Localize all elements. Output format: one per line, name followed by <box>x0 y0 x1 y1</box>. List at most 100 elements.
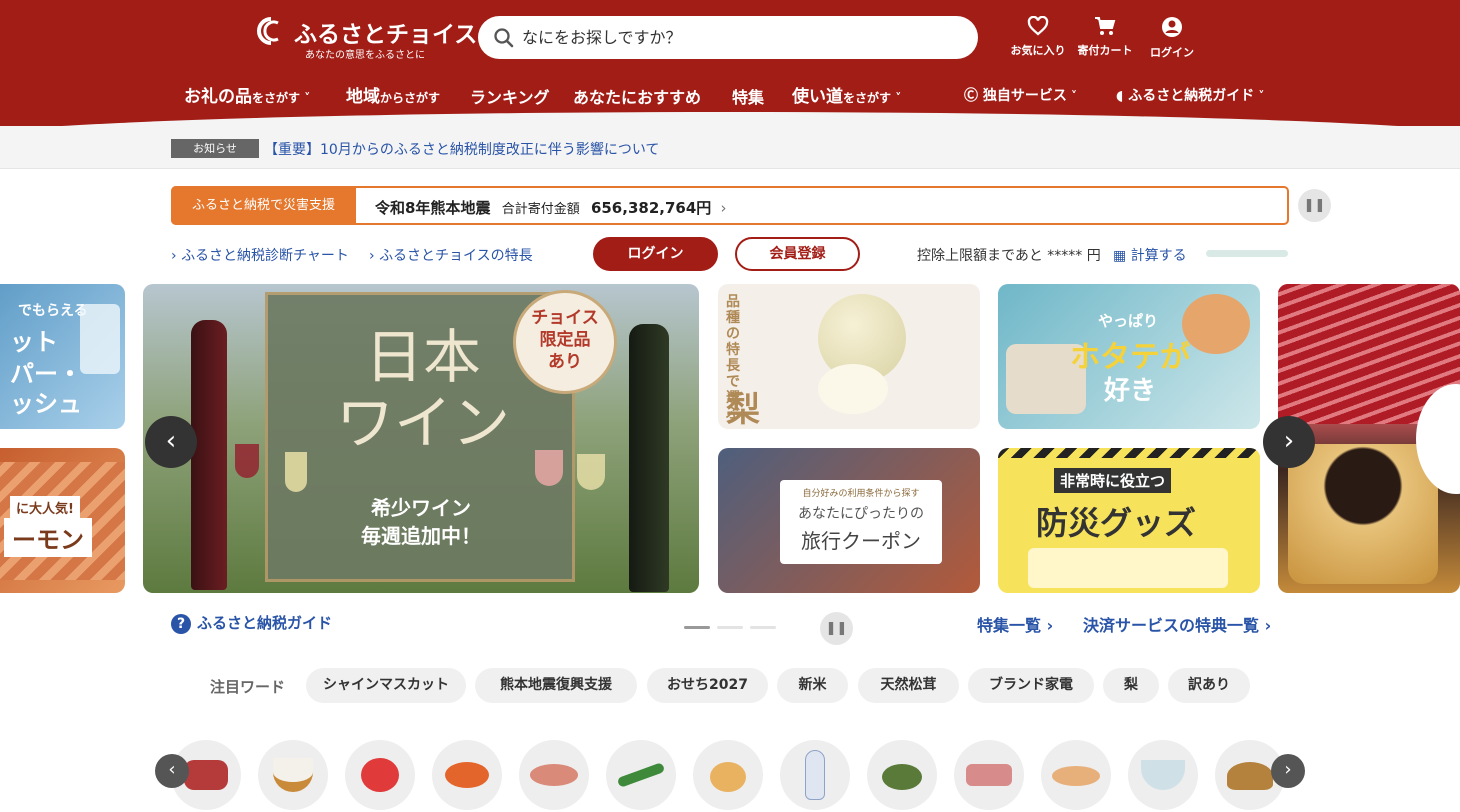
carousel-pause-button[interactable]: ❚❚ <box>820 612 853 645</box>
category-noodle-icon[interactable] <box>1128 740 1198 810</box>
carousel-prev-button[interactable]: ‹ <box>145 416 197 468</box>
notice-bar: お知らせ 【重要】10月からのふるさと納税制度改正に伴う影響について <box>0 126 1460 169</box>
banner-tissue[interactable]: でもらえる ット パー・ ッシュ <box>0 284 125 429</box>
chevron-down-icon: ˅ <box>1254 89 1265 103</box>
disaster-goods-title: 防災グッズ <box>1036 504 1197 542</box>
pause-icon: ❚❚ <box>825 621 848 636</box>
payment-benefits-label: 決済サービスの特典一覧 <box>1083 616 1260 635</box>
carousel-dot[interactable] <box>750 626 776 629</box>
nav-item-services[interactable]: Ⓒ 独自サービス ˅ <box>964 85 1077 105</box>
trending-word-chip[interactable]: シャインマスカット <box>306 668 466 703</box>
carousel-next-button[interactable]: › <box>1263 416 1315 468</box>
tissue-image <box>80 304 120 374</box>
login-button[interactable]: ログイン <box>593 237 718 271</box>
category-tea-icon[interactable] <box>867 740 937 810</box>
login-label: ログイン <box>1150 46 1194 59</box>
category-rice-icon[interactable] <box>258 740 328 810</box>
banner-text: ッシュ <box>10 390 82 418</box>
trending-words-title: 注目ワード <box>210 678 286 696</box>
header-login-button[interactable]: ログイン <box>1144 16 1200 60</box>
trending-word-chip[interactable]: 新米 <box>777 668 848 703</box>
trending-word-chip[interactable]: 訳あり <box>1168 668 1250 703</box>
banner-scallop[interactable]: やっぱり ホタテが 好き <box>998 284 1260 429</box>
category-gyoza-icon[interactable] <box>1041 740 1111 810</box>
calculate-link[interactable]: ▦ 計算する <box>1113 245 1187 265</box>
logo-small-icon: Ⓒ <box>964 88 983 104</box>
favorites-button[interactable]: お気に入り <box>1006 16 1070 58</box>
nav-item-guide[interactable]: ◖ ふるさと納税ガイド ˅ <box>1116 85 1264 105</box>
ticker-pause-button[interactable]: ❚❚ <box>1298 189 1331 222</box>
banner-salmon[interactable]: に大人気! ーモン <box>0 448 125 593</box>
nav-item-region[interactable]: 地域からさがす <box>346 82 440 107</box>
features-link[interactable]: › ふるさとチョイスの特長 <box>369 245 533 265</box>
banner-travel-coupon[interactable]: 自分好みの利用条件から探す あなたにぴったりの 旅行クーポン <box>718 448 980 593</box>
nav-sub-label: をさがす <box>252 91 301 105</box>
category-crab-icon[interactable] <box>432 740 502 810</box>
category-sweets-icon[interactable] <box>954 740 1024 810</box>
coupon-big-text: 旅行クーポン <box>801 529 921 553</box>
nav-label: お礼の品 <box>184 87 252 107</box>
category-prev-button[interactable]: ‹ <box>155 754 189 788</box>
register-button[interactable]: 会員登録 <box>735 237 860 271</box>
disaster-label: 合計寄付金額 <box>501 202 580 217</box>
scallop-text: やっぱり <box>1098 312 1159 330</box>
diagnosis-chart-link[interactable]: › ふるさと納税診断チャート <box>171 245 349 265</box>
nav-item-usage[interactable]: 使い道をさがす ˅ <box>792 82 901 107</box>
user-icon <box>1162 17 1182 37</box>
banner-pear[interactable]: 品種の特長で選ぶ 梨 <box>718 284 980 429</box>
carousel-dot-active[interactable] <box>684 626 710 629</box>
category-fish-icon[interactable] <box>519 740 589 810</box>
nav-item-features[interactable]: 特集 <box>732 84 764 108</box>
trending-word-chip[interactable]: おせち2027 <box>647 668 768 703</box>
disaster-info: 令和8年熊本地震 合計寄付金額 656,382,764円 › <box>375 197 727 218</box>
banner-japan-wine[interactable]: 日本 ワイン 希少ワイン 毎週追加中！ チョイス 限定品 あり <box>143 284 699 593</box>
wine-subtitle: 希少ワイン 毎週追加中！ <box>361 496 481 548</box>
nav-label: あなたにおすすめ <box>573 88 702 107</box>
guide-link[interactable]: ? ふるさと納税ガイド <box>171 612 332 634</box>
logo-icon <box>257 17 279 45</box>
nav-item-gifts[interactable]: お礼の品をさがす ˅ <box>184 82 310 107</box>
nav-sub-label: をさがす <box>843 91 892 105</box>
book-icon: ◖ <box>1116 88 1129 104</box>
category-next-button[interactable]: › <box>1271 754 1305 788</box>
trending-word-chip[interactable]: ブランド家電 <box>968 668 1094 703</box>
banner-text: でもらえる <box>18 303 88 319</box>
logo-title[interactable]: ふるさとチョイス <box>294 15 477 49</box>
banner-disaster-goods[interactable]: 非常時に役立つ 防災グッズ <box>998 448 1260 593</box>
disaster-title: 令和8年熊本地震 <box>375 199 491 217</box>
cart-icon <box>1095 17 1116 35</box>
category-egg-icon[interactable] <box>693 740 763 810</box>
disaster-goods-tag: 非常時に役立つ <box>1054 468 1172 493</box>
wine-title: 日本 ワイン <box>335 323 510 457</box>
nav-label: ランキング <box>470 88 550 107</box>
payment-benefits-link[interactable]: 決済サービスの特典一覧 › <box>1083 612 1271 636</box>
features-list-link[interactable]: 特集一覧 › <box>977 612 1053 636</box>
calculate-label: 計算する <box>1130 248 1187 264</box>
search-input[interactable] <box>522 24 952 51</box>
disaster-support-banner[interactable]: ふるさと納税で災害支援 令和8年熊本地震 合計寄付金額 656,382,764円… <box>171 186 1289 225</box>
coupon-small-text: 自分好みの利用条件から探す <box>802 489 920 499</box>
category-strawberry-icon[interactable] <box>345 740 415 810</box>
nav-item-recommend[interactable]: あなたにおすすめ <box>573 84 701 108</box>
coupon-mid-text: あなたにぴったりの <box>798 506 924 522</box>
nav-item-ranking[interactable]: ランキング <box>470 84 550 108</box>
notice-tag: お知らせ <box>171 139 259 158</box>
scallop-shell-image <box>1182 294 1250 354</box>
category-sake-icon[interactable] <box>780 740 850 810</box>
goods-image <box>1028 548 1228 588</box>
trending-word-chip[interactable]: 天然松茸 <box>858 668 959 703</box>
nav-label: 地域 <box>346 87 380 107</box>
question-icon: ? <box>171 614 191 634</box>
search-box[interactable] <box>478 16 978 59</box>
notice-link[interactable]: 【重要】10月からのふるさと納税制度改正に伴う影響について <box>264 139 659 159</box>
carousel-dot[interactable] <box>717 626 743 629</box>
category-vegetable-icon[interactable] <box>606 740 676 810</box>
scallop-text: 好き <box>1104 376 1157 406</box>
deduction-limit-text: 控除上限額まであと ***** 円 <box>917 248 1101 264</box>
guide-label: ふるさと納税ガイド <box>197 614 333 632</box>
trending-word-chip[interactable]: 熊本地震復興支援 <box>475 668 637 703</box>
cart-button[interactable]: 寄付カート <box>1074 16 1136 58</box>
chevron-right-icon: › <box>1283 426 1295 456</box>
logo-subtitle: あなたの意思をふるさとに <box>305 50 425 61</box>
trending-word-chip[interactable]: 梨 <box>1103 668 1159 703</box>
